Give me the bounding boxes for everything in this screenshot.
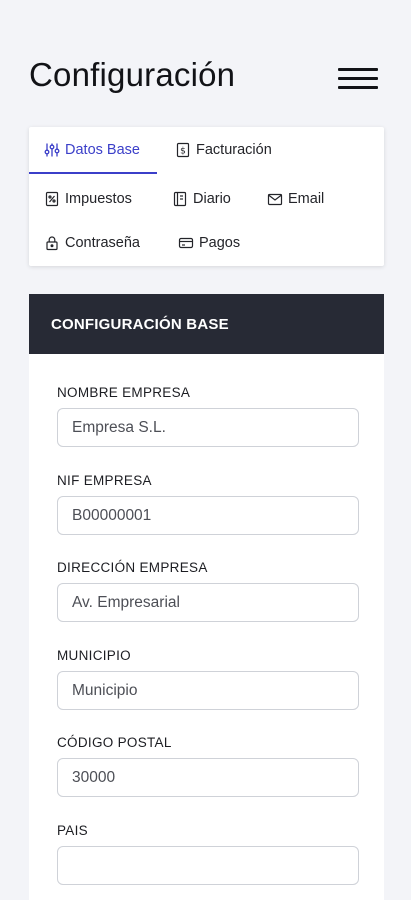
active-tab-indicator xyxy=(29,172,157,174)
company-nif-input[interactable] xyxy=(57,496,359,535)
municipality-label: MUNICIPIO xyxy=(57,648,131,663)
company-address-input[interactable] xyxy=(57,583,359,622)
company-nif-label: NIF EMPRESA xyxy=(57,473,152,488)
company-name-input[interactable] xyxy=(57,408,359,447)
page-title: Configuración xyxy=(29,56,236,93)
country-label: PAIS xyxy=(57,823,88,838)
country-input[interactable] xyxy=(57,846,359,885)
invoice-icon: $ xyxy=(176,142,190,158)
panel-header: CONFIGURACIÓN BASE xyxy=(29,294,384,354)
tab-label: Facturación xyxy=(196,142,272,158)
municipality-input[interactable] xyxy=(57,671,359,710)
tab-label: Contraseña xyxy=(65,235,140,251)
tab-diario[interactable]: Diario xyxy=(172,189,231,209)
envelope-icon xyxy=(267,193,283,206)
tab-label: Diario xyxy=(193,191,231,207)
tab-datos-base[interactable]: Datos Base xyxy=(44,140,140,160)
postal-code-input[interactable] xyxy=(57,758,359,797)
card-icon xyxy=(178,237,194,249)
lock-icon xyxy=(46,236,58,251)
tab-email[interactable]: Email xyxy=(267,189,324,209)
tab-pagos[interactable]: Pagos xyxy=(178,233,240,253)
tab-facturacion[interactable]: $ Facturación xyxy=(175,140,272,160)
postal-code-label: CÓDIGO POSTAL xyxy=(57,735,172,750)
hamburger-menu-icon[interactable] xyxy=(336,66,380,92)
company-address-label: DIRECCIÓN EMPRESA xyxy=(57,560,208,575)
journal-icon xyxy=(173,191,187,207)
tab-label: Email xyxy=(288,191,325,207)
settings-tabs: Datos Base $ Facturación Impuestos Diari xyxy=(29,127,384,266)
base-config-panel: CONFIGURACIÓN BASE NOMBRE EMPRESA NIF EM… xyxy=(29,294,384,900)
svg-text:$: $ xyxy=(180,147,186,157)
tax-icon xyxy=(45,191,59,207)
tab-label: Impuestos xyxy=(65,191,132,207)
settings-page: Configuración Datos Base $ Facturación I… xyxy=(0,0,411,900)
tab-impuestos[interactable]: Impuestos xyxy=(44,189,132,209)
tab-label: Datos Base xyxy=(65,142,140,158)
tab-contrasena[interactable]: Contraseña xyxy=(44,233,140,253)
sliders-icon xyxy=(44,143,60,157)
company-name-label: NOMBRE EMPRESA xyxy=(57,385,191,400)
tab-label: Pagos xyxy=(199,235,241,251)
